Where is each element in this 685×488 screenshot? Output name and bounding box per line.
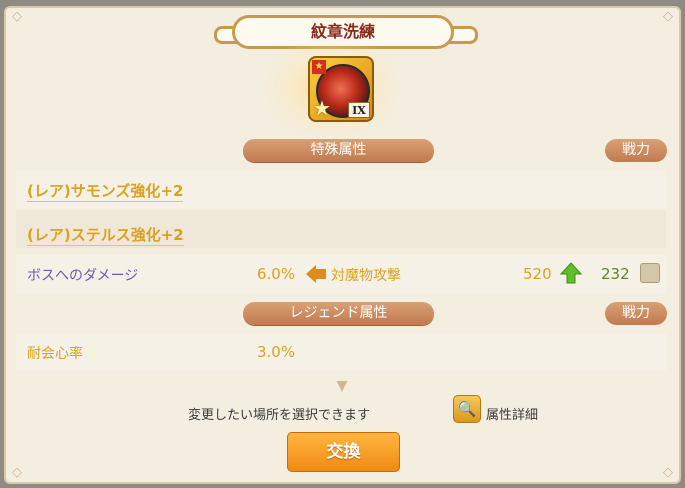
lock-checkbox[interactable] xyxy=(640,263,660,283)
corner-ornament-icon: ◇ xyxy=(12,465,22,480)
new-attr-label: 対魔物攻撃 xyxy=(331,268,401,284)
crit-resist-label: 耐会心率 xyxy=(27,346,83,362)
corner-ornament-icon: ◇ xyxy=(12,9,22,24)
legend-power-button[interactable]: 戦力 xyxy=(605,302,667,325)
corner-ornament-icon: ◇ xyxy=(663,9,673,24)
boss-damage-label: ボスへのダメージ xyxy=(27,268,139,284)
arrow-up-icon xyxy=(560,262,582,284)
special-power-button[interactable]: 戦力 xyxy=(605,139,667,162)
current-power-value: 232 xyxy=(601,265,630,283)
special-attr-header: 特殊属性 xyxy=(243,139,434,162)
special-line-1[interactable]: (レア)サモンズ強化+2 xyxy=(27,180,184,202)
special-line-2-text: (レア)ステルス強化+2 xyxy=(27,226,184,246)
crest-emblem-icon[interactable]: ★ ★ IX xyxy=(308,56,374,122)
emblem-rank: IX xyxy=(348,102,370,118)
attr-detail-label[interactable]: 属性詳細 xyxy=(486,404,538,423)
boss-damage-value: 6.0% xyxy=(257,265,296,283)
corner-ornament-icon: ◇ xyxy=(663,465,673,480)
special-line-2[interactable]: (レア)ステルス強化+2 xyxy=(27,224,184,246)
crit-resist-value: 3.0% xyxy=(257,343,296,361)
selection-hint: 変更したい場所を選択できます xyxy=(188,408,371,423)
legend-attr-header: レジェンド属性 xyxy=(243,302,434,325)
search-icon[interactable]: 🔍 xyxy=(453,395,481,423)
new-power-value: 520 xyxy=(523,265,552,283)
exchange-button[interactable]: 交換 xyxy=(287,432,400,472)
special-line-1-text: (レア)サモンズ強化+2 xyxy=(27,182,184,202)
star-icon: ★ xyxy=(313,96,331,120)
chevron-down-icon[interactable]: ▼ xyxy=(330,378,354,394)
legend-stat-row[interactable] xyxy=(16,333,666,371)
arrow-left-icon-tail xyxy=(316,269,326,279)
arrow-left-icon xyxy=(306,265,316,283)
star-tab-icon: ★ xyxy=(312,60,326,74)
